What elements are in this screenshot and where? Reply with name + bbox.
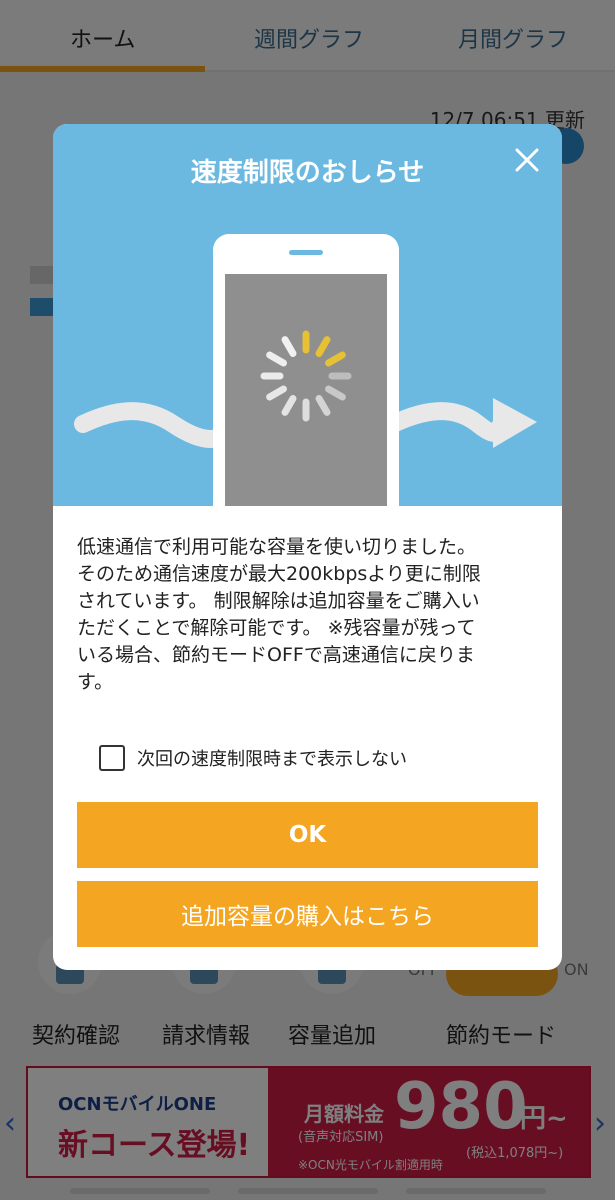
speed-limit-dialog: 速度制限のおしらせ 低速通信で利用可能な容量を使い切りました。 そのため通信速度… bbox=[53, 124, 562, 970]
message-line: ただくことで解除可能です。 ※残容量が残って bbox=[77, 617, 476, 639]
dialog-title: 速度制限のおしらせ bbox=[190, 158, 425, 188]
checkbox-icon[interactable] bbox=[99, 745, 125, 771]
message-line: されています。 制限解除は追加容量をご購入い bbox=[77, 590, 480, 612]
dialog-header: 速度制限のおしらせ bbox=[53, 124, 562, 506]
buy-capacity-button[interactable]: 追加容量の購入はこちら bbox=[77, 881, 538, 947]
message-line: 低速通信で利用可能な容量を使い切りました。 bbox=[77, 536, 477, 558]
ok-button[interactable]: OK bbox=[77, 802, 538, 868]
wave-arrow-icon bbox=[384, 402, 517, 442]
message-line: いる場合、節約モードOFFで高速通信に戻りま bbox=[77, 644, 475, 666]
dont-show-again-row[interactable]: 次回の速度制限時まで表示しない bbox=[99, 744, 407, 772]
close-icon[interactable] bbox=[509, 142, 545, 178]
message-line: そのため通信速度が最大200kbpsより更に制限 bbox=[77, 563, 481, 585]
dialog-message: 低速通信で利用可能な容量を使い切りました。 そのため通信速度が最大200kbps… bbox=[77, 534, 543, 696]
dont-show-again-label: 次回の速度制限時まで表示しない bbox=[137, 749, 407, 770]
message-line: す。 bbox=[77, 671, 114, 693]
